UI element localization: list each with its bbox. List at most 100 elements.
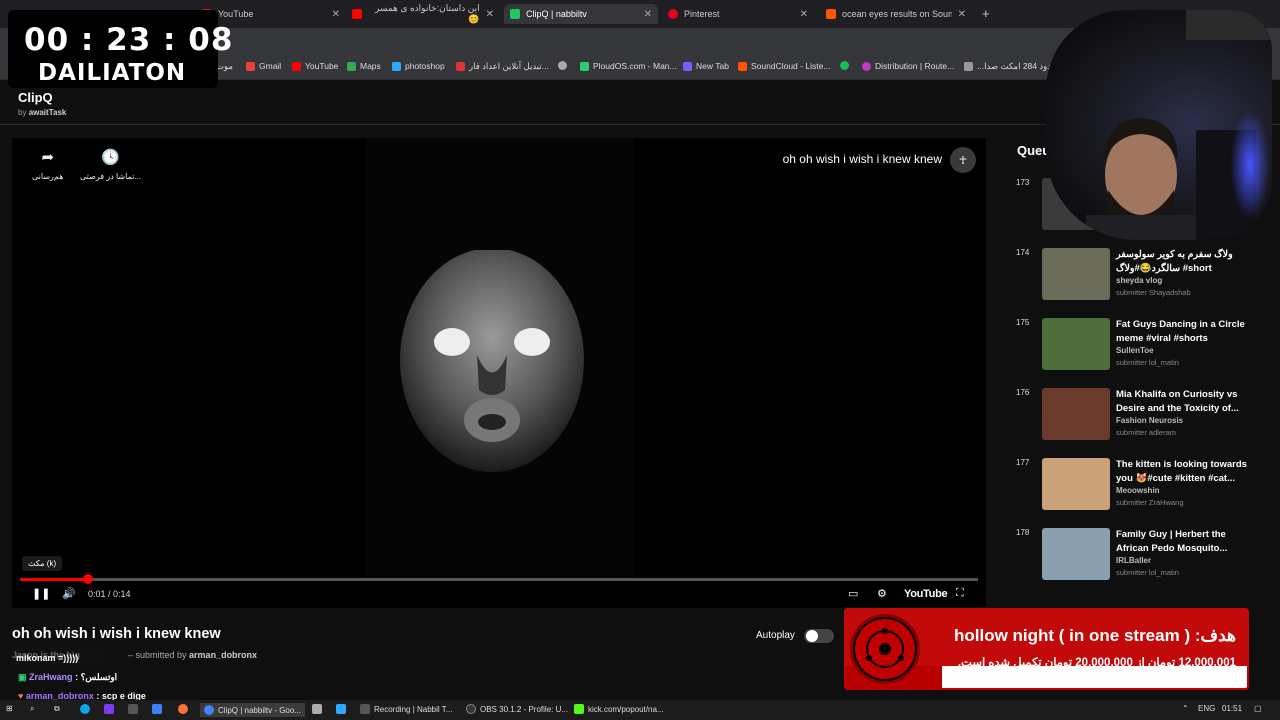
- bookmark-globe[interactable]: [558, 61, 567, 70]
- bookmark-item[interactable]: موت: [216, 61, 233, 72]
- tray-chevron[interactable]: ⌃: [1182, 704, 1189, 713]
- app-title: ClipQ: [18, 90, 53, 105]
- converter-icon: [456, 62, 465, 71]
- queue-item-submitter: submitter adleram: [1116, 428, 1177, 437]
- queue-thumbnail[interactable]: [1042, 528, 1110, 580]
- taskbar-item-obs[interactable]: OBS 30.1.2 - Profile: U...: [466, 704, 568, 714]
- discord-button[interactable]: [312, 704, 322, 714]
- timer-value: 00 : 23 : 08: [24, 22, 234, 58]
- bookmark-number-converter[interactable]: تبدیل آنلاین اعداد فار...: [456, 61, 549, 72]
- channel-avatar[interactable]: ☥: [950, 147, 976, 173]
- search-icon: ⌕: [30, 704, 35, 713]
- bookmark-maps[interactable]: Maps: [347, 61, 381, 71]
- queue-thumbnail[interactable]: [1042, 458, 1110, 510]
- r-app-button[interactable]: [104, 704, 114, 714]
- taskbar-item-kick[interactable]: kick.com/popout/na...: [574, 704, 664, 714]
- bookmark-audio[interactable]: دود 284 امکث صدا...: [964, 61, 1051, 72]
- bookmark-gmail[interactable]: Gmail: [246, 61, 281, 71]
- queue-item[interactable]: 177 The kitten is looking towards you 😻#c…: [1016, 458, 1256, 520]
- queue-thumbnail[interactable]: [1042, 318, 1110, 370]
- queue-item-title[interactable]: ولاگ سفرم به کویر سولوسفر سالگرد😂#ولاگ #…: [1116, 248, 1254, 276]
- search-button[interactable]: ⌕: [30, 704, 34, 714]
- taskbar-label: ClipQ | nabbiltv - Goo...: [218, 705, 301, 715]
- bookmark-spotify[interactable]: [840, 61, 849, 70]
- firefox-button[interactable]: [178, 704, 188, 714]
- pause-button[interactable]: ❚❚: [32, 587, 50, 600]
- volume-icon: 🔊: [62, 588, 76, 600]
- queue-item-title[interactable]: Fat Guys Dancing in a Circle meme #viral…: [1116, 318, 1254, 346]
- queue-item-title[interactable]: The kitten is looking towards you 😻#cute…: [1116, 458, 1254, 486]
- recording-icon: [360, 704, 370, 714]
- edge-button[interactable]: [80, 704, 90, 714]
- close-icon[interactable]: ✕: [332, 9, 340, 20]
- video-player[interactable]: ➦ هم‌رسانی 🕓 تماشا در فرصتی... oh oh wis…: [12, 138, 986, 608]
- youtube-logo[interactable]: YouTube: [904, 588, 948, 600]
- watch-later-button[interactable]: 🕓 تماشا در فرصتی...: [80, 148, 141, 181]
- chevron-up-icon: ⌃: [1182, 704, 1189, 713]
- youtube-icon: [292, 61, 301, 71]
- taskbar-item-recording[interactable]: Recording | Nabbil T...: [360, 704, 452, 714]
- windows-taskbar: ⊞ ⌕ ⧉ ClipQ | nabbiltv - Goo... Recordin…: [0, 700, 1280, 720]
- tab-pinterest[interactable]: Pinterest ✕: [662, 4, 814, 24]
- bookmark-youtube[interactable]: YouTube: [292, 61, 338, 71]
- settings-button[interactable]: ⚙: [877, 587, 887, 600]
- queue-item[interactable]: 175 Fat Guys Dancing in a Circle meme #vi…: [1016, 318, 1256, 380]
- calculator-icon: [128, 704, 138, 714]
- clock[interactable]: 01:51: [1222, 704, 1242, 713]
- captions-button[interactable]: ▭: [848, 587, 858, 600]
- photoshop-button[interactable]: [336, 704, 346, 714]
- bookmark-label: PloudOS.com - Man...: [593, 61, 677, 71]
- new-tab-button[interactable]: +: [982, 6, 990, 21]
- progress-scrubber[interactable]: [83, 574, 94, 584]
- pin-app-button[interactable]: [152, 704, 162, 714]
- queue-item-submitter: submitter lol_matin: [1116, 358, 1179, 367]
- bookmark-new-tab[interactable]: New Tab: [683, 61, 729, 71]
- close-icon[interactable]: ✕: [958, 9, 966, 20]
- queue-item[interactable]: 176 Mia Khalifa on Curiosity vs Desire an…: [1016, 388, 1256, 450]
- task-view-button[interactable]: ⧉: [54, 704, 60, 714]
- submitter-name[interactable]: arman_dobronx: [189, 650, 257, 660]
- tab-clipq[interactable]: ClipQ | nabbiltv ✕: [504, 4, 658, 24]
- bookmark-distribution[interactable]: Distribution | Route...: [862, 61, 954, 71]
- close-icon[interactable]: ✕: [800, 9, 808, 20]
- taskbar-item-chrome[interactable]: ClipQ | nabbiltv - Goo...: [200, 703, 305, 717]
- bookmark-photoshop[interactable]: photoshop: [392, 61, 445, 71]
- chrome-icon: [204, 705, 214, 715]
- share-button[interactable]: ➦ هم‌رسانی: [32, 148, 63, 181]
- autoplay-knob[interactable]: [806, 630, 818, 642]
- clock-icon: 🕓: [101, 149, 120, 166]
- video-overlay-title[interactable]: oh oh wish i wish i knew knew: [783, 152, 942, 166]
- queue-thumbnail[interactable]: [1042, 248, 1110, 300]
- chat-message: mikonam =))))): [16, 653, 78, 663]
- timer-label: DAILIATON: [38, 60, 187, 86]
- tab-soundcloud[interactable]: ocean eyes results on SoundCl... ✕: [820, 4, 972, 24]
- queue-item-title[interactable]: Family Guy | Herbert the African Pedo Mo…: [1116, 528, 1254, 556]
- photoshop-icon: [336, 704, 346, 714]
- bookmark-soundcloud[interactable]: SoundCloud - Liste...: [738, 61, 830, 71]
- queue-item-title[interactable]: Mia Khalifa on Curiosity vs Desire and t…: [1116, 388, 1254, 416]
- pause-tooltip: مکث (k): [22, 556, 63, 571]
- windows-icon: ⊞: [6, 704, 13, 713]
- start-button[interactable]: ⊞: [6, 704, 13, 713]
- close-icon[interactable]: ✕: [486, 9, 494, 20]
- queue-item[interactable]: 178 Family Guy | Herbert the African Pedo…: [1016, 528, 1256, 590]
- queue-item[interactable]: 174 ولاگ سفرم به کویر سولوسفر سالگرد😂#ولا…: [1016, 248, 1256, 310]
- tab-persian-video[interactable]: این داستان:خانواده ی همسر😊 ✕: [346, 3, 500, 24]
- tab-label: Pinterest: [684, 9, 720, 19]
- queue-thumbnail[interactable]: [1042, 388, 1110, 440]
- volume-button[interactable]: 🔊: [62, 587, 76, 600]
- notification-icon: ▢: [1254, 704, 1262, 713]
- bookmark-ploudos[interactable]: PloudOS.com - Man...: [580, 61, 677, 71]
- close-icon[interactable]: ✕: [644, 9, 652, 20]
- kick-icon: [574, 704, 584, 714]
- progress-bar[interactable]: [20, 578, 978, 581]
- tab-youtube[interactable]: YouTube ✕: [196, 4, 346, 24]
- pinterest-icon: [668, 9, 678, 19]
- calculator-button[interactable]: [128, 704, 138, 714]
- byline-author[interactable]: awaitTask: [29, 108, 67, 117]
- donation-title: هدف: ( hollow night ( in one stream: [953, 626, 1236, 645]
- tab-label: YouTube: [218, 9, 254, 19]
- language-indicator[interactable]: ENG: [1198, 704, 1215, 713]
- notifications-button[interactable]: ▢: [1254, 704, 1262, 713]
- fullscreen-button[interactable]: ⛶: [956, 587, 964, 600]
